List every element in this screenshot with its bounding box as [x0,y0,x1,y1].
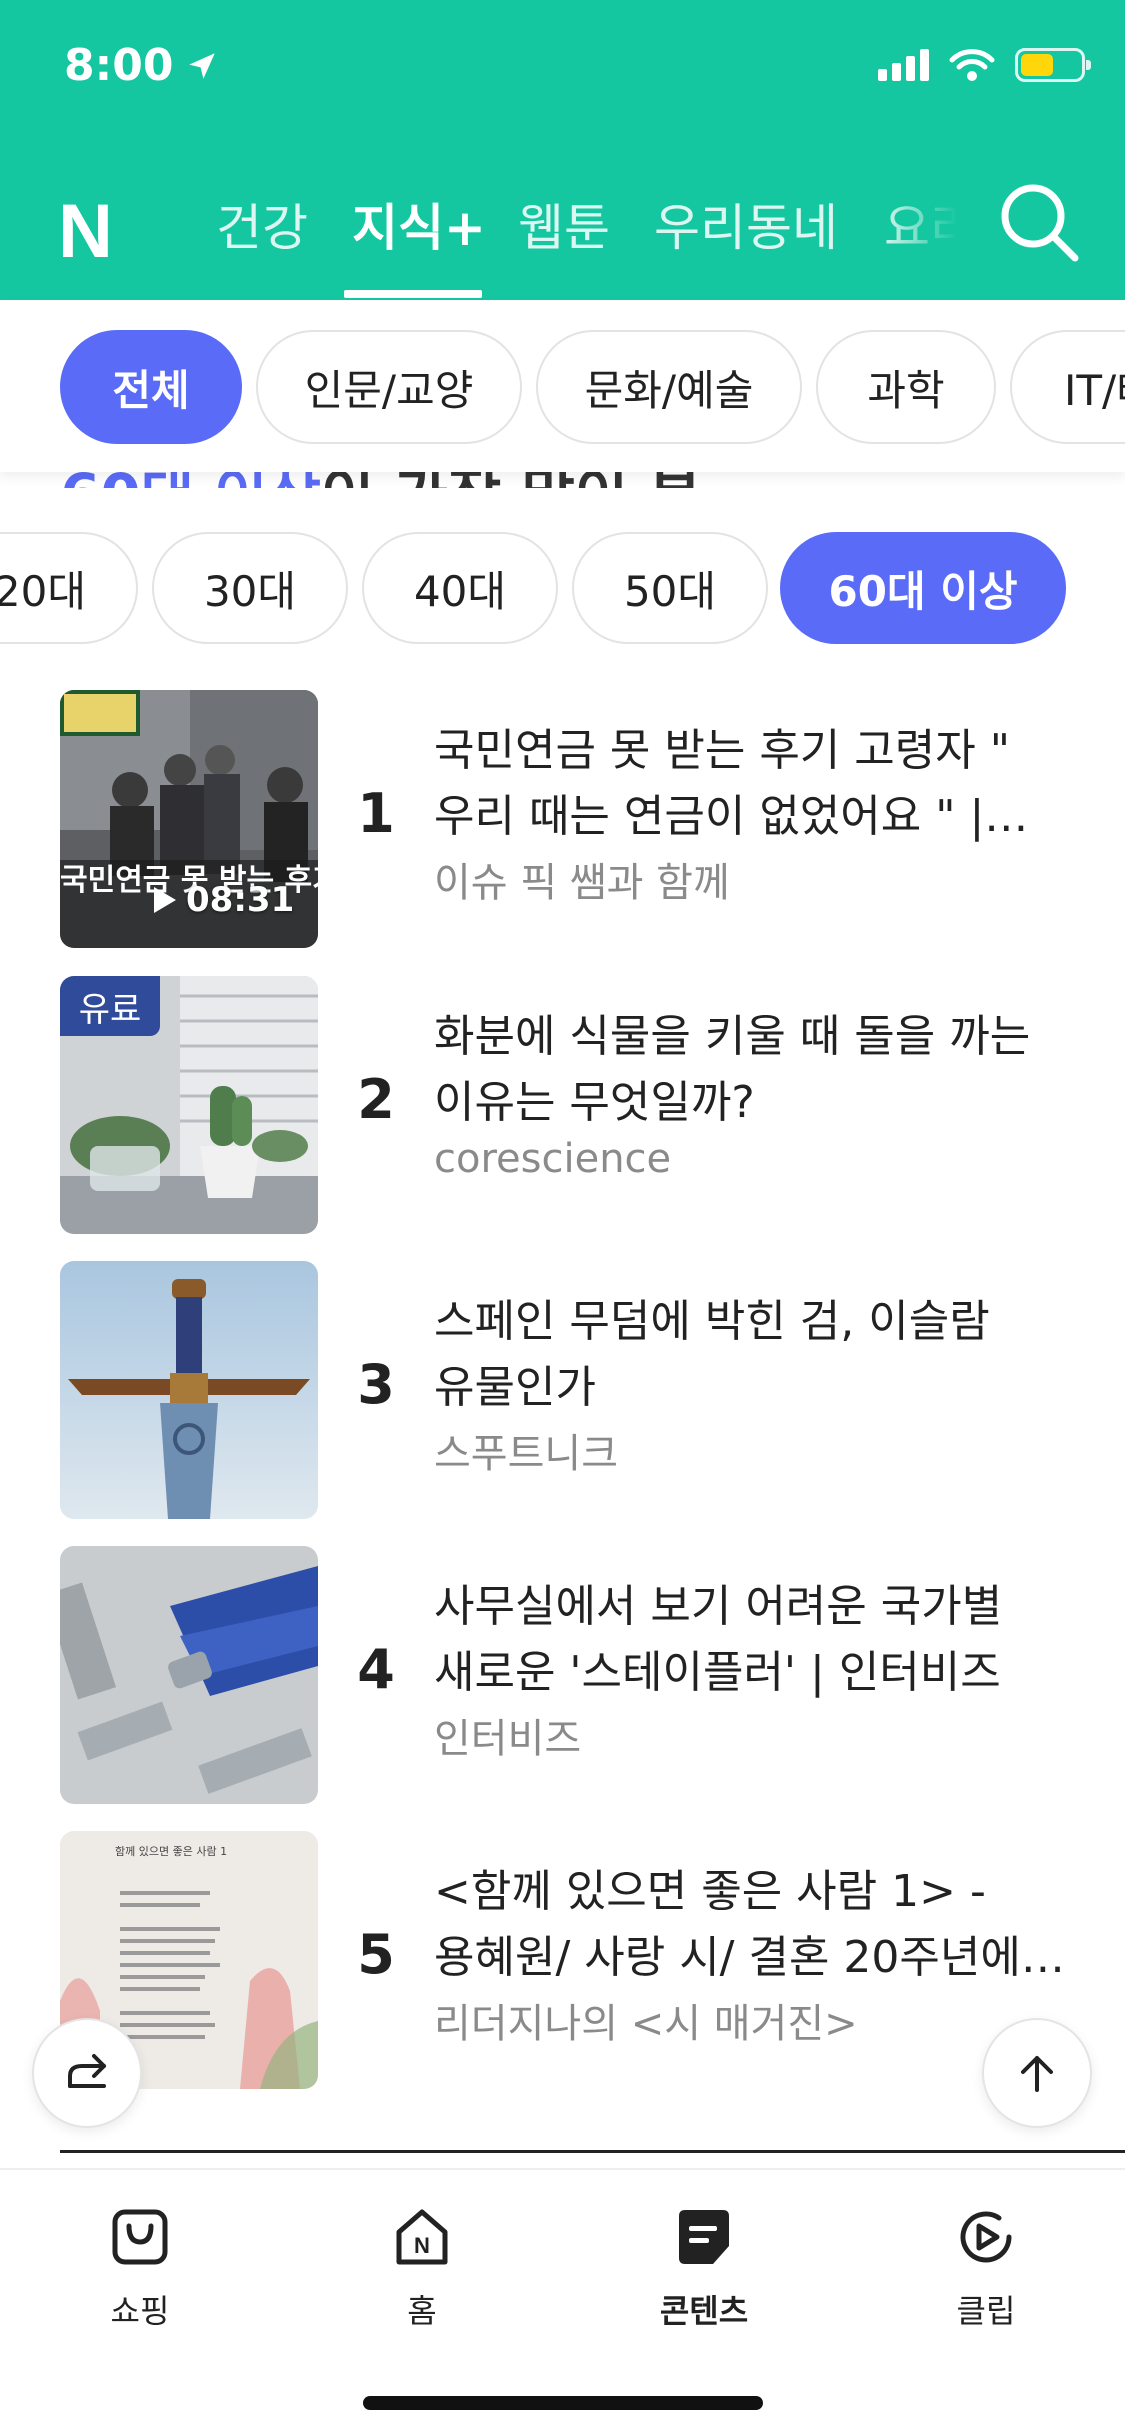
nav-label: 클립 [956,2292,1016,2330]
thumbnail-caption: 함께 있으면 좋은 사람 1 [115,1845,227,1858]
item-source[interactable]: corescience [434,1136,671,1182]
cellular-signal-icon [878,49,929,81]
list-item[interactable]: 4 사무실에서 보기 어려운 국가별 새로운 '스테이플러' | 인터비즈 인터… [0,1546,1125,1808]
item-source[interactable]: 스푸트니크 [434,1421,618,1479]
category-chip-science[interactable]: 과학 [816,330,996,444]
top-nav-tabs: N 건강 지식+ 웹툰 우리동네 요리 [0,160,1125,300]
nav-item-contents[interactable]: 콘텐츠 [624,2206,784,2332]
item-source[interactable]: 리더지나의 <시 매거진> [434,1991,858,2049]
nav-label: 홈 [407,2292,437,2330]
list-item[interactable]: 유료 2 화분에 식물을 키울 때 돌을 까는 이유는 무엇일까? coresc… [0,976,1125,1238]
category-chip-culture[interactable]: 문화/예술 [536,330,802,444]
age-chip-20s[interactable]: 20대 [0,532,138,644]
list-divider [60,2150,1125,2153]
status-icons [878,48,1091,82]
share-button[interactable] [32,2018,142,2128]
nav-label: 쇼핑 [110,2292,170,2330]
active-tab-indicator [344,290,482,298]
item-title[interactable]: 사무실에서 보기 어려운 국가별 새로운 '스테이플러' | 인터비즈 [434,1574,1074,1706]
tab-fade-overlay [880,160,970,300]
tab-neighborhood[interactable]: 우리동네 [654,188,838,260]
age-chip-60s-plus[interactable]: 60대 이상 [780,532,1066,644]
list-item[interactable]: 3 스페인 무덤에 박힌 검, 이슬람 유물인가 스푸트니크 [0,1261,1125,1523]
wifi-icon [949,49,995,81]
item-source[interactable]: 이슈 픽 쌤과 함께 [434,850,730,908]
home-icon: N [396,2209,448,2265]
rank-number: 5 [357,1923,395,1986]
video-duration: 08:31 [152,880,294,920]
battery-icon [1015,48,1091,82]
article-thumbnail[interactable]: 유료 [60,976,318,1234]
location-arrow-icon [189,52,216,79]
tab-health[interactable]: 건강 [216,188,308,260]
age-filter-bar: 20대 30대 40대 50대 60대 이상 [0,528,1125,648]
thumbnail-image [60,1261,318,1519]
paid-badge: 유료 [60,976,160,1036]
play-icon [154,887,176,913]
age-chip-30s[interactable]: 30대 [152,532,348,644]
naver-logo[interactable]: N [58,188,113,275]
arrow-up-icon [1021,2056,1053,2092]
category-filter-bar: 전체 인문/교양 문화/예술 과학 IT/테크 [0,300,1125,472]
article-thumbnail[interactable] [60,1261,318,1519]
status-time: 8:00 [64,40,219,91]
scroll-top-button[interactable] [982,2018,1092,2128]
item-title[interactable]: 화분에 식물을 키울 때 돌을 까는 이유는 무엇일까? [434,1004,1074,1136]
shopping-bag-icon [112,2209,168,2265]
clip-icon [960,2211,1012,2263]
category-chip-humanities[interactable]: 인문/교양 [256,330,522,444]
item-title[interactable]: 스페인 무덤에 박힌 검, 이슬람 유물인가 [434,1289,1074,1421]
nav-item-clip[interactable]: 클립 [906,2206,1066,2332]
nav-item-shopping[interactable]: 쇼핑 [60,2206,220,2332]
nav-item-home[interactable]: N 홈 [342,2206,502,2332]
age-chip-50s[interactable]: 50대 [572,532,768,644]
svg-text:N: N [414,2233,430,2258]
list-item[interactable]: 국민연금 못 받는 후기 고령자 08:31 1 국민연금 못 받는 후기 고령… [0,690,1125,952]
rank-number: 2 [357,1068,395,1131]
item-title[interactable]: <함께 있으면 좋은 사람 1> - 용혜원/ 사랑 시/ 결혼 20주년에 즈… [434,1859,1074,1991]
tab-webtoon[interactable]: 웹툰 [518,188,610,260]
search-icon[interactable] [995,178,1085,268]
age-chip-40s[interactable]: 40대 [362,532,558,644]
category-chip-all[interactable]: 전체 [60,330,242,444]
home-indicator [363,2396,763,2410]
list-item[interactable]: 함께 있으면 좋은 사람 1 5 <함께 있으면 좋은 사람 1> - 용혜원/… [0,1831,1125,2093]
video-duration-text: 08:31 [186,880,295,920]
status-time-text: 8:00 [64,40,174,91]
item-title[interactable]: 국민연금 못 받는 후기 고령자 " 우리 때는 연금이 없었어요 " | KB… [434,718,1074,850]
category-chip-it[interactable]: IT/테크 [1010,330,1125,444]
tab-knowledge[interactable]: 지식+ [352,188,486,260]
rank-number: 1 [357,782,395,845]
thumbnail-image [60,1546,318,1804]
rank-number: 3 [357,1353,395,1416]
app-header: 8:00 N 건강 지식+ 웹툰 우리동네 요리 [0,0,1125,300]
video-thumbnail[interactable]: 국민연금 못 받는 후기 고령자 08:31 [60,690,318,948]
rank-number: 4 [357,1638,395,1701]
share-icon [68,2054,106,2088]
contents-icon [679,2210,729,2264]
item-source[interactable]: 인터비즈 [434,1706,581,1764]
article-thumbnail[interactable] [60,1546,318,1804]
nav-label: 콘텐츠 [659,2292,749,2330]
status-bar: 8:00 [0,0,1125,140]
